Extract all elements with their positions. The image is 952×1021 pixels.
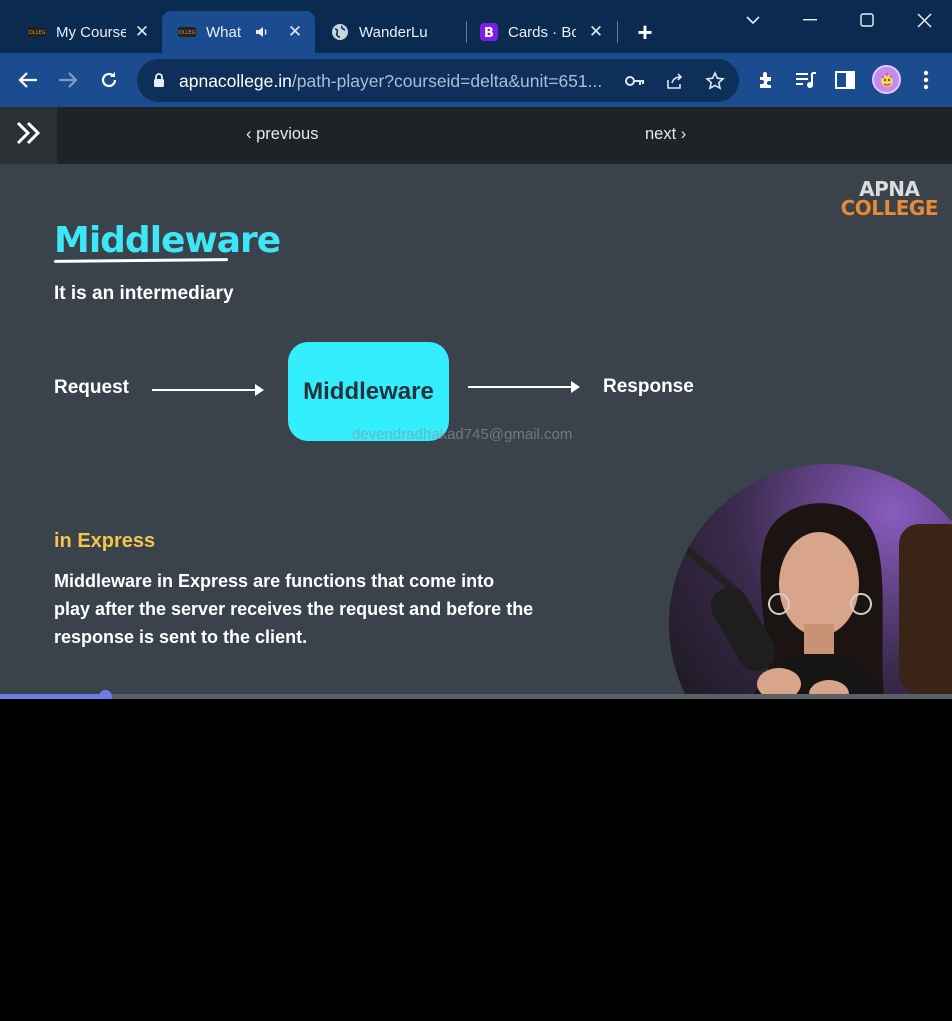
apna-college-icon: COLLEGE (28, 23, 46, 41)
address-bar[interactable]: apnacollege.in/path-player?courseid=delt… (137, 59, 739, 102)
close-icon[interactable]: ✕ (586, 22, 606, 42)
chevron-left-icon: ‹ (246, 125, 252, 143)
tab-title: Cards · Bo (508, 23, 576, 41)
request-label: Request (54, 377, 129, 398)
tab-my-courses[interactable]: COLLEGE My Course ✕ (12, 11, 162, 53)
lock-icon[interactable] (153, 72, 165, 93)
svg-text:COLLEGE: COLLEGE (178, 30, 196, 36)
close-window-button[interactable] (909, 8, 939, 32)
tab-title: My Course (56, 23, 126, 41)
media-control-icon[interactable] (794, 68, 818, 92)
profile-avatar[interactable] (872, 65, 901, 94)
video-slide[interactable]: APNA COLLEGE Middleware It is an interme… (0, 164, 952, 698)
slide-title: Middleware (54, 220, 281, 261)
email-watermark: devendradhakad745@gmail.com (352, 426, 573, 443)
double-chevron-right-icon (16, 121, 42, 150)
browser-toolbar: apnacollege.in/path-player?courseid=delt… (0, 53, 952, 107)
tab-wanderlust[interactable]: WanderLu (315, 11, 465, 53)
bootstrap-icon: B (480, 23, 498, 41)
star-icon[interactable] (705, 71, 725, 91)
tab-title: What (206, 23, 242, 41)
minimize-button[interactable] (795, 8, 825, 32)
middleware-box-label: Middleware (303, 377, 434, 405)
maximize-button[interactable] (852, 8, 882, 32)
tab-separator (617, 21, 618, 43)
apna-college-icon: COLLEGE (178, 23, 196, 41)
url-text[interactable]: apnacollege.in/path-player?courseid=delt… (179, 71, 609, 92)
more-menu-icon[interactable] (914, 68, 938, 92)
reload-button[interactable] (96, 67, 122, 93)
response-arrow (468, 381, 580, 393)
apna-college-logo: APNA COLLEGE (840, 177, 939, 220)
close-icon[interactable]: ✕ (285, 22, 305, 42)
browser-tabstrip: COLLEGE My Course ✕ COLLEGE What ✕ Wande… (0, 0, 952, 53)
speaker-icon[interactable] (254, 24, 270, 44)
key-icon[interactable] (625, 71, 645, 91)
previous-label: previous (256, 125, 319, 143)
response-label: Response (603, 376, 694, 397)
tab-title: WanderLu (359, 23, 427, 41)
chevron-right-icon: › (680, 125, 687, 143)
svg-text:B: B (484, 26, 494, 41)
extensions-icon[interactable] (755, 68, 779, 92)
share-icon[interactable] (665, 71, 685, 91)
tab-search-icon[interactable] (738, 8, 768, 32)
back-button[interactable] (15, 67, 41, 93)
slide-subtitle: It is an intermediary (54, 283, 234, 304)
new-tab-button[interactable]: + (632, 19, 658, 45)
forward-button[interactable] (55, 67, 81, 93)
next-label: next (645, 125, 677, 143)
tab-what[interactable]: COLLEGE What ✕ (162, 11, 315, 53)
presenter-webcam (669, 464, 952, 698)
svg-text:COLLEGE: COLLEGE (28, 30, 46, 36)
tab-cards-bootstrap[interactable]: B Cards · Bo ✕ (466, 11, 616, 53)
request-arrow (152, 384, 264, 396)
side-panel-icon[interactable] (833, 68, 857, 92)
next-button[interactable]: next › (645, 125, 686, 144)
slide-description: Middleware in Express are functions that… (54, 571, 534, 647)
video-area[interactable] (0, 699, 952, 1021)
title-underline (53, 258, 229, 263)
previous-button[interactable]: ‹ previous (246, 125, 318, 144)
sidebar-toggle-button[interactable] (0, 107, 57, 164)
globe-icon (331, 23, 349, 41)
close-icon[interactable]: ✕ (132, 22, 152, 42)
section-title: in Express (54, 530, 156, 552)
player-navigation: ‹ previous next › (0, 107, 952, 164)
